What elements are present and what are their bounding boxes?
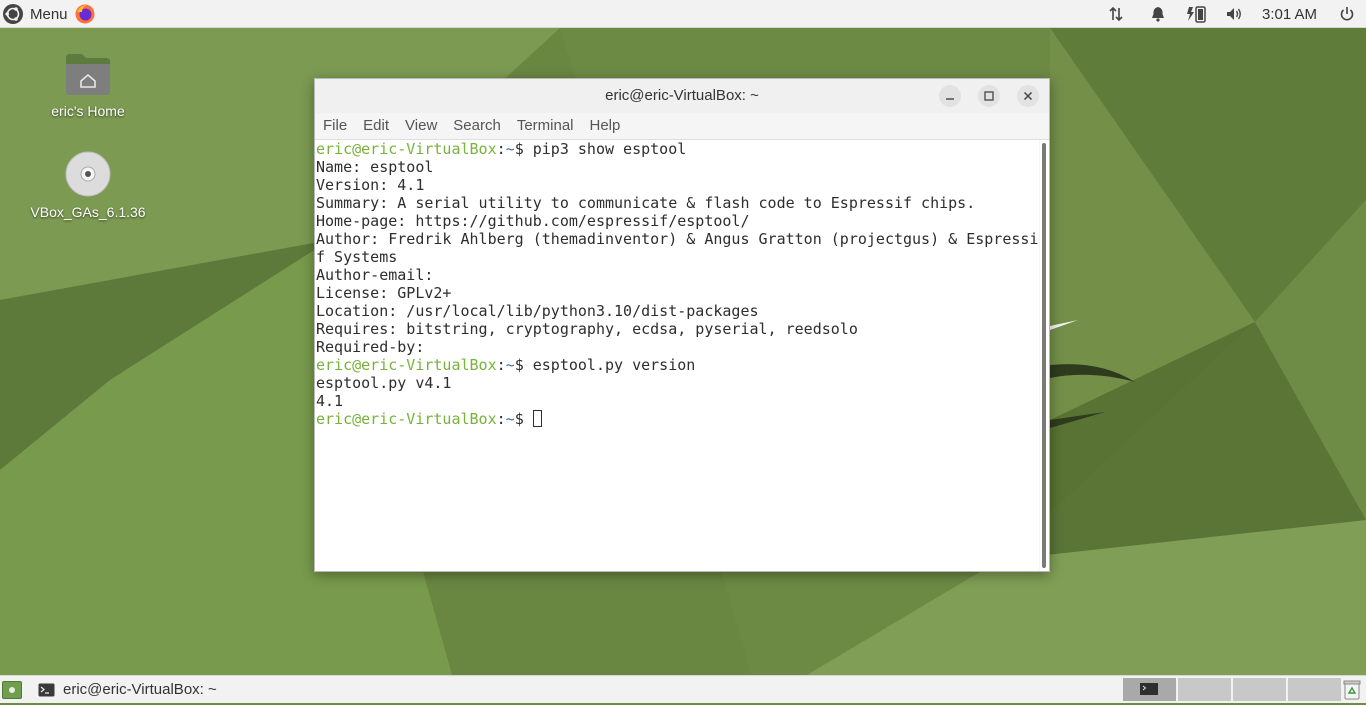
menu-help[interactable]: Help xyxy=(582,113,629,139)
close-button[interactable] xyxy=(1017,85,1039,107)
prompt-user: eric@eric-VirtualBox xyxy=(316,140,497,158)
terminal-output-line: License: GPLv2+ xyxy=(316,284,452,302)
volume-indicator[interactable] xyxy=(1225,0,1243,28)
workspace-1[interactable] xyxy=(1123,678,1177,701)
network-icon xyxy=(1109,6,1123,22)
terminal-output-area[interactable]: eric@eric-VirtualBox:~$ pip3 show esptoo… xyxy=(315,140,1039,571)
window-titlebar[interactable]: eric@eric-VirtualBox: ~ xyxy=(315,79,1049,114)
desktop-icon-label: eric's Home xyxy=(51,103,125,119)
close-icon xyxy=(1023,91,1033,101)
terminal-output-line: Author-email: xyxy=(316,266,443,284)
desktop-icon-label: VBox_GAs_6.1.36 xyxy=(30,204,146,220)
terminal-text: eric@eric-VirtualBox:~$ pip3 show esptoo… xyxy=(316,140,1038,428)
terminal-output-line: Required-by: xyxy=(316,338,434,356)
terminal-window[interactable]: eric@eric-VirtualBox: ~ File Edit View S… xyxy=(314,78,1050,572)
terminal-output-line: Summary: A serial utility to communicate… xyxy=(316,194,976,212)
maximize-button[interactable] xyxy=(978,85,1000,107)
maximize-icon xyxy=(984,91,994,101)
terminal-output-line: Name: esptool xyxy=(316,158,434,176)
top-panel: Menu 3:01 AM xyxy=(0,0,1366,28)
clock[interactable]: 3:01 AM xyxy=(1262,0,1317,28)
terminal-command-line: eric@eric-VirtualBox:~$ pip3 show esptoo… xyxy=(316,140,687,158)
volume-icon xyxy=(1227,8,1241,20)
power-manager-indicator[interactable] xyxy=(1185,0,1207,28)
power-button[interactable] xyxy=(1338,0,1356,28)
scrollbar-thumb[interactable] xyxy=(1042,143,1046,568)
trash-applet[interactable] xyxy=(1343,679,1361,704)
trash-icon xyxy=(1343,680,1361,700)
home-folder-icon xyxy=(66,54,110,95)
terminal-output-line: f Systems xyxy=(316,248,398,266)
terminal-menubar: File Edit View Search Terminal Help xyxy=(315,113,1049,140)
show-desktop-icon xyxy=(9,687,15,693)
menu-terminal[interactable]: Terminal xyxy=(509,113,582,139)
terminal-scrollbar[interactable] xyxy=(1040,140,1049,571)
menu-label: Menu xyxy=(30,5,68,23)
terminal-icon xyxy=(38,683,55,696)
terminal-cursor xyxy=(532,410,542,427)
network-indicator[interactable] xyxy=(1107,0,1125,28)
desktop-icon-home[interactable]: eric's Home xyxy=(28,52,148,119)
menu-file[interactable]: File xyxy=(315,113,355,139)
menu-edit[interactable]: Edit xyxy=(355,113,397,139)
menu-search[interactable]: Search xyxy=(445,113,509,139)
notifications-indicator[interactable] xyxy=(1149,0,1167,28)
show-desktop-button[interactable] xyxy=(2,681,22,699)
minimize-button[interactable] xyxy=(939,85,961,107)
workspace-2[interactable] xyxy=(1178,678,1232,701)
terminal-output-line: Requires: bitstring, cryptography, ecdsa… xyxy=(316,320,858,338)
cd-disc-icon xyxy=(65,151,111,197)
workspace-3[interactable] xyxy=(1233,678,1287,701)
ubuntu-logo-icon xyxy=(3,4,23,24)
terminal-output-line: 4.1 xyxy=(316,392,344,410)
workspace-4[interactable] xyxy=(1288,678,1342,701)
desktop-icon-vbox-cd[interactable]: VBox_GAs_6.1.36 xyxy=(28,151,148,220)
prompt-path: ~ xyxy=(505,140,515,158)
prompt-user: eric@eric-VirtualBox xyxy=(316,410,497,428)
prompt-user: eric@eric-VirtualBox xyxy=(316,356,497,374)
taskbar-window-button[interactable]: eric@eric-VirtualBox: ~ xyxy=(32,676,217,703)
terminal-output-line: esptool.py v4.1 xyxy=(316,374,452,392)
terminal-output-line: Home-page: https://github.com/espressif/… xyxy=(316,212,750,230)
terminal-command-line: eric@eric-VirtualBox:~$ esptool.py versi… xyxy=(316,356,696,374)
bottom-panel: eric@eric-VirtualBox: ~ xyxy=(0,675,1366,703)
minimize-icon xyxy=(946,98,954,100)
terminal-output-line: Location: /usr/local/lib/python3.10/dist… xyxy=(316,302,759,320)
battery-icon xyxy=(1187,6,1206,23)
terminal-icon xyxy=(1140,683,1158,695)
prompt-path: ~ xyxy=(505,410,515,428)
power-icon xyxy=(1340,7,1354,21)
menu-button[interactable]: Menu xyxy=(2,0,68,28)
terminal-command-line: eric@eric-VirtualBox:~$ xyxy=(316,410,542,428)
menu-view[interactable]: View xyxy=(397,113,445,139)
firefox-launcher[interactable] xyxy=(74,0,96,28)
notification-bell-icon xyxy=(1152,7,1164,22)
taskbar-window-label: eric@eric-VirtualBox: ~ xyxy=(63,681,217,698)
prompt-path: ~ xyxy=(505,356,515,374)
terminal-output-line: Version: 4.1 xyxy=(316,176,425,194)
terminal-output-line: Author: Fredrik Ahlberg (themadinventor)… xyxy=(316,230,1039,248)
firefox-icon xyxy=(75,4,95,24)
